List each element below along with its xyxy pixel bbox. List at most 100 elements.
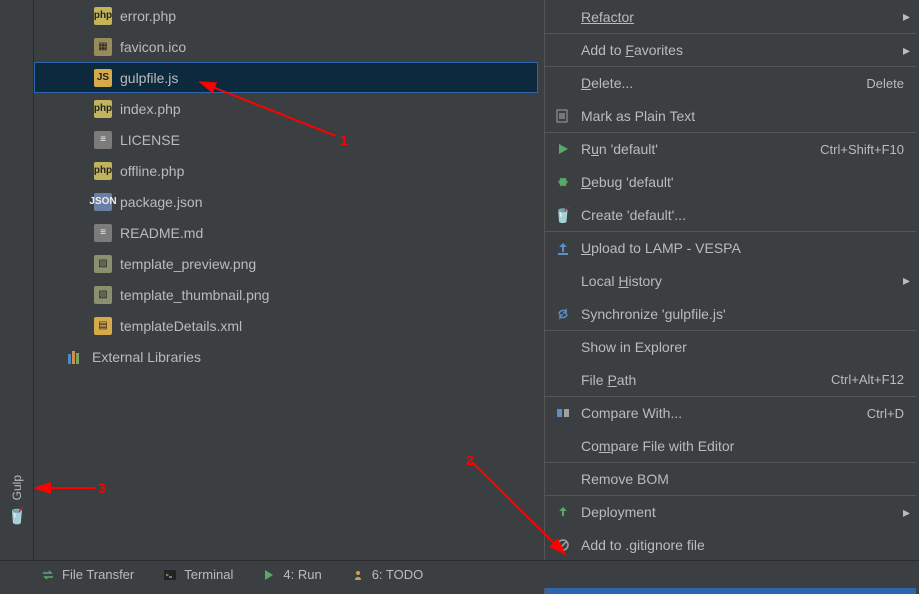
gulp-tool-window-button[interactable]: Gulp 🥤	[6, 466, 28, 526]
tree-item-offline-php[interactable]: phpoffline.php	[34, 155, 538, 186]
tree-item-error-php[interactable]: phperror.php	[34, 0, 538, 31]
menu-item-label: Create 'default'...	[581, 207, 904, 223]
menu-item-label: Refactor	[581, 9, 904, 25]
tree-item-label: gulpfile.js	[120, 70, 178, 86]
menu-item-label: Deployment	[581, 504, 904, 520]
run-icon	[261, 567, 277, 583]
tree-item-label: templateDetails.xml	[120, 318, 242, 334]
run-icon	[553, 139, 573, 159]
tree-item-index-php[interactable]: phpindex.php	[34, 93, 538, 124]
submenu-arrow-icon: ▸	[903, 272, 910, 289]
submenu-arrow-icon: ▸	[903, 42, 910, 59]
tree-item-label: LICENSE	[120, 132, 180, 148]
bottom-tool-label: 6: TODO	[372, 567, 424, 582]
tree-item-label: template_thumbnail.png	[120, 287, 269, 303]
gulp-icon: 🥤	[7, 506, 27, 526]
tree-item-templatedetails-xml[interactable]: ▤templateDetails.xml	[34, 310, 538, 341]
blank-icon	[553, 40, 573, 60]
menu-item-label: Local History	[581, 273, 904, 289]
menu-item-upload-to-lamp---vespa[interactable]: Upload to LAMP - VESPA	[545, 231, 916, 264]
menu-item-label: Mark as Plain Text	[581, 108, 904, 124]
menu-item-file-path[interactable]: File PathCtrl+Alt+F12	[545, 363, 916, 396]
external-libraries[interactable]: External Libraries	[34, 341, 538, 372]
tree-item-readme-md[interactable]: ≡README.md	[34, 217, 538, 248]
bottom-tool-label: 4: Run	[283, 567, 321, 582]
menu-item-shortcut: Ctrl+Alt+F12	[831, 372, 904, 387]
bottom-tool-label: File Transfer	[62, 567, 134, 582]
annotation-3: 3	[98, 480, 106, 496]
menu-item-refactor[interactable]: Refactor▸	[545, 0, 916, 33]
library-icon	[66, 348, 84, 366]
gulp-icon: 🥤	[553, 205, 573, 225]
tree-item-template-preview-png[interactable]: ▧template_preview.png	[34, 248, 538, 279]
todo-icon	[350, 567, 366, 583]
menu-item-label: Debug 'default'	[581, 174, 904, 190]
context-menu: Refactor▸Add to Favorites▸Delete...Delet…	[544, 0, 916, 594]
gitignore-icon	[553, 535, 573, 555]
tree-item-label: README.md	[120, 225, 203, 241]
annotation-2: 2	[466, 452, 474, 468]
tree-item-favicon-ico[interactable]: ▦favicon.ico	[34, 31, 538, 62]
tree-item-gulpfile-js[interactable]: JSgulpfile.js	[34, 62, 538, 93]
menu-item-add-to--gitignore-file[interactable]: Add to .gitignore file	[545, 528, 916, 561]
menu-item-shortcut: Delete	[866, 76, 904, 91]
blank-icon	[553, 370, 573, 390]
menu-item-label: Synchronize 'gulpfile.js'	[581, 306, 904, 322]
external-libraries-label: External Libraries	[92, 349, 201, 365]
menu-item-label: Compare File with Editor	[581, 438, 904, 454]
submenu-arrow-icon: ▸	[903, 8, 910, 25]
tree-item-package-json[interactable]: JSONpackage.json	[34, 186, 538, 217]
transfer-icon	[40, 567, 56, 583]
menu-item-synchronize--gulpfile-js-[interactable]: Synchronize 'gulpfile.js'	[545, 297, 916, 330]
left-gutter: Gulp 🥤	[0, 0, 34, 560]
menu-item-mark-as-plain-text[interactable]: Mark as Plain Text	[545, 99, 916, 132]
menu-item-shortcut: Ctrl+D	[867, 406, 904, 421]
menu-item-create--default----[interactable]: 🥤 Create 'default'...	[545, 198, 916, 231]
gulp-tool-label: Gulp	[10, 475, 24, 500]
compare-icon	[553, 403, 573, 423]
bottom-tool-6--todo[interactable]: 6: TODO	[350, 567, 424, 583]
menu-item-label: File Path	[581, 372, 831, 388]
menu-item-show-in-explorer[interactable]: Show in Explorer	[545, 330, 916, 363]
menu-item-shortcut: Ctrl+Shift+F10	[820, 142, 904, 157]
bottom-toolbar: File Transfer Terminal 4: Run 6: TODO	[0, 560, 919, 588]
menu-item-label: Add to .gitignore file	[581, 537, 904, 553]
blank-icon	[553, 469, 573, 489]
blank-icon	[553, 73, 573, 93]
menu-item-delete---[interactable]: Delete...Delete	[545, 66, 916, 99]
menu-item-debug--default-[interactable]: Debug 'default'	[545, 165, 916, 198]
tree-item-label: favicon.ico	[120, 39, 186, 55]
annotation-1: 1	[340, 132, 348, 148]
bug-icon	[553, 172, 573, 192]
menu-item-compare-with---[interactable]: Compare With...Ctrl+D	[545, 396, 916, 429]
menu-item-label: Delete...	[581, 75, 866, 91]
blank-icon	[553, 337, 573, 357]
menu-item-add-to-favorites[interactable]: Add to Favorites▸	[545, 33, 916, 66]
bottom-tool-4--run[interactable]: 4: Run	[261, 567, 321, 583]
menu-item-label: Compare With...	[581, 405, 867, 421]
deploy-icon	[553, 502, 573, 522]
sync-icon	[553, 304, 573, 324]
submenu-arrow-icon: ▸	[903, 504, 910, 521]
terminal-icon	[162, 567, 178, 583]
plain-icon	[553, 106, 573, 126]
tree-item-label: template_preview.png	[120, 256, 256, 272]
menu-item-label: Remove BOM	[581, 471, 904, 487]
menu-item-remove-bom[interactable]: Remove BOM	[545, 462, 916, 495]
tree-item-label: error.php	[120, 8, 176, 24]
menu-item-compare-file-with-editor[interactable]: Compare File with Editor	[545, 429, 916, 462]
tree-item-label: index.php	[120, 101, 181, 117]
menu-item-run--default-[interactable]: Run 'default'Ctrl+Shift+F10	[545, 132, 916, 165]
upload-icon	[553, 238, 573, 258]
tree-item-license[interactable]: ≡LICENSE	[34, 124, 538, 155]
menu-item-local-history[interactable]: Local History▸	[545, 264, 916, 297]
project-tree[interactable]: phperror.php▦favicon.icoJSgulpfile.jsphp…	[34, 0, 538, 372]
bottom-tool-terminal[interactable]: Terminal	[162, 567, 233, 583]
bottom-tool-file-transfer[interactable]: File Transfer	[40, 567, 134, 583]
tree-item-template-thumbnail-png[interactable]: ▧template_thumbnail.png	[34, 279, 538, 310]
menu-item-label: Show in Explorer	[581, 339, 904, 355]
tree-item-label: package.json	[120, 194, 203, 210]
tree-item-label: offline.php	[120, 163, 184, 179]
menu-item-deployment[interactable]: Deployment▸	[545, 495, 916, 528]
menu-item-label: Upload to LAMP - VESPA	[581, 240, 904, 256]
